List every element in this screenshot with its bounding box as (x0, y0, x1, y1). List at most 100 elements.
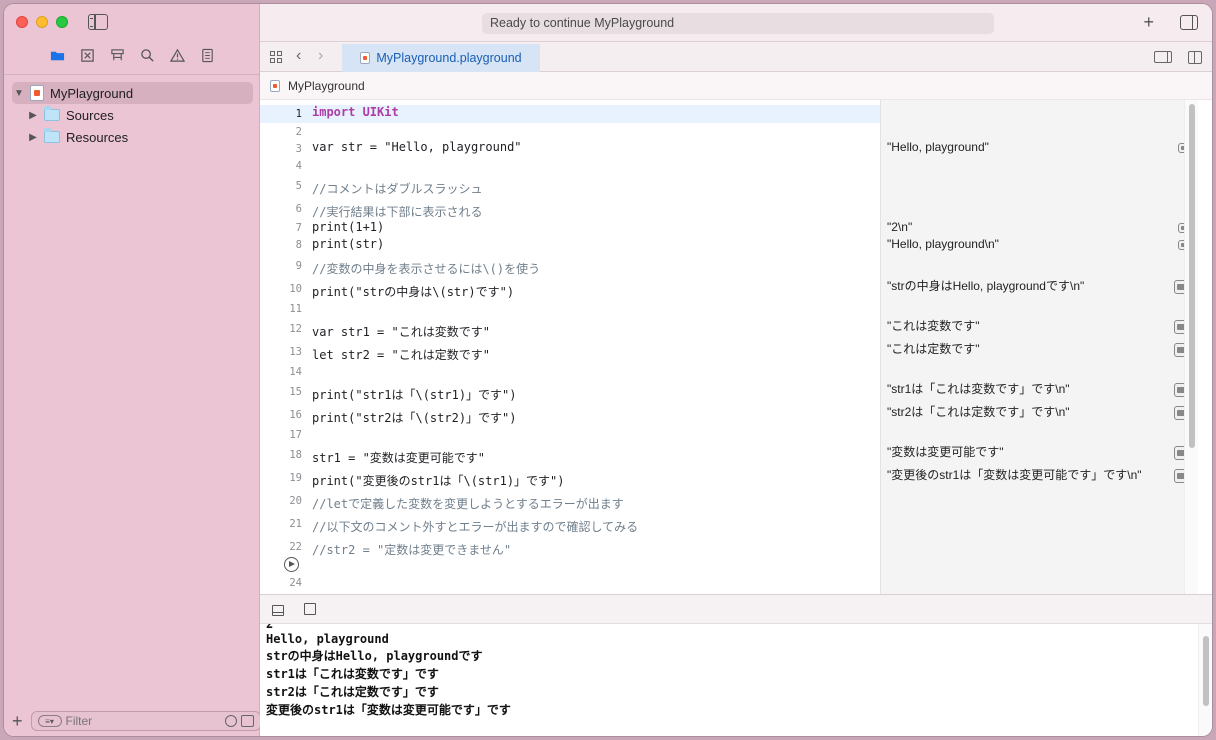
clear-console-icon[interactable] (304, 603, 316, 615)
console-scrollbar[interactable] (1198, 624, 1212, 736)
tab-label: MyPlayground.playground (376, 51, 522, 65)
code-line: print("str2は「\(str2)」です") (312, 411, 517, 425)
result-value: "str2は「これは定数です」です\n" (887, 405, 1070, 419)
debug-bar (260, 594, 1212, 624)
code-line: print("strの中身は\(str)です") (312, 285, 515, 299)
editor-options-icon[interactable] (1154, 51, 1172, 63)
zoom-window-button[interactable] (56, 16, 68, 28)
back-arrow-icon[interactable]: ‹ (296, 47, 301, 65)
line-number: 18 (289, 449, 302, 461)
activity-status: Ready to continue MyPlayground (482, 13, 994, 34)
line-number: 15 (289, 386, 302, 398)
source-control-icon[interactable] (78, 46, 96, 64)
sidebar-toggle-icon[interactable] (88, 14, 108, 30)
folder-icon (44, 128, 60, 143)
playground-icon (360, 52, 371, 64)
toolbar: Ready to continue MyPlayground + (260, 4, 1212, 42)
filter-input[interactable] (65, 714, 221, 728)
line-number: 3 (295, 143, 302, 155)
scroll-thumb[interactable] (1203, 636, 1209, 706)
line-number: 16 (289, 409, 302, 421)
breadcrumb[interactable]: MyPlayground (260, 72, 1212, 100)
split-editor-icon[interactable] (1188, 51, 1202, 64)
line-number: 7 (295, 222, 302, 234)
tree-item-project[interactable]: ▼ MyPlayground (12, 82, 253, 104)
search-icon[interactable] (138, 46, 156, 64)
code-editor[interactable]: 1 2 3 4 5 6 7 8 9 10 11 12 13 14 15 16 1… (260, 100, 880, 594)
scroll-thumb[interactable] (1189, 104, 1195, 448)
folder-navigator-icon[interactable] (48, 46, 66, 64)
console-line: Hello, playground (266, 632, 389, 646)
code-line: let str2 = "これは定数です" (312, 348, 490, 362)
code-line: var str1 = "これは変数です" (312, 325, 490, 339)
sidebar-divider (4, 74, 259, 75)
results-sidebar: "Hello, playground" "2\n" "Hello, playgr… (880, 100, 1198, 594)
recent-files-icon[interactable] (224, 715, 237, 727)
related-items-icon[interactable] (270, 51, 282, 63)
result-value: "str1は「これは変数です」です\n" (887, 382, 1070, 396)
tree-item-label: Sources (66, 107, 114, 123)
chevron-right-icon[interactable]: ▶ (26, 110, 40, 121)
line-number: 8 (295, 239, 302, 251)
line-number: 22 (289, 541, 302, 553)
tab-bar: ‹ › MyPlayground.playground (260, 42, 1212, 72)
add-file-button[interactable]: + (12, 711, 23, 732)
hide-debug-area-icon[interactable] (272, 605, 284, 616)
result-value: "2\n" (887, 220, 913, 234)
code-line: print("str1は「\(str1)」です") (312, 388, 517, 402)
console-line: str2は「これは定数です」です (266, 685, 439, 699)
folder-icon (44, 106, 60, 121)
code-line: //以下文のコメント外すとエラーが出ますので確認してみる (312, 520, 639, 534)
results-scrollbar[interactable] (1184, 100, 1198, 594)
line-number: 9 (295, 260, 302, 272)
filter-icon[interactable]: ≡▾ (37, 715, 62, 727)
line-number: 24 (289, 577, 302, 589)
playground-icon (30, 85, 44, 101)
result-value: "これは定数です" (887, 342, 980, 356)
tree-item-sources[interactable]: ▶ Sources (12, 104, 253, 126)
code-line: print("変更後のstr1は「\(str1)」です") (312, 474, 565, 488)
result-value: "これは変数です" (887, 319, 980, 333)
console-output[interactable]: 2 Hello, playground strの中身はHello, playgr… (260, 624, 1212, 736)
tree-item-label: MyPlayground (50, 85, 134, 101)
chevron-right-icon[interactable]: ▶ (26, 132, 40, 143)
line-number: 20 (289, 495, 302, 507)
code-line: //実行結果は下部に表示される (312, 205, 483, 219)
project-navigator: ▼ MyPlayground ▶ Sources ▶ Resources + ≡… (4, 4, 261, 736)
playground-icon (270, 79, 280, 92)
line-number-gutter: 1 2 3 4 5 6 7 8 9 10 11 12 13 14 15 16 1… (260, 100, 304, 594)
forward-arrow-icon[interactable]: › (318, 47, 323, 65)
report-navigator-icon[interactable] (198, 46, 216, 64)
source-control-filter-icon[interactable] (240, 715, 254, 727)
close-window-button[interactable] (16, 16, 28, 28)
inspector-toggle-icon[interactable] (1180, 15, 1198, 30)
navigator-selector-bar (48, 46, 216, 64)
line-number: 11 (289, 303, 302, 315)
window-controls (16, 16, 68, 28)
result-value: "Hello, playground" (887, 140, 989, 154)
console-line: 変更後のstr1は「変数は変更可能です」です (266, 703, 511, 717)
file-tree: ▼ MyPlayground ▶ Sources ▶ Resources (12, 82, 253, 148)
run-playground-icon[interactable] (284, 557, 299, 572)
chevron-down-icon[interactable]: ▼ (12, 88, 26, 99)
line-number: 17 (289, 429, 302, 441)
result-value: "Hello, playground\n" (887, 237, 999, 251)
minimize-window-button[interactable] (36, 16, 48, 28)
code-line: //変数の中身を表示させるには\()を使う (312, 262, 541, 276)
code-line: //str2 = "定数は変更できません" (312, 543, 512, 557)
filter-field[interactable]: ≡▾ (30, 711, 261, 731)
tab-playground[interactable]: MyPlayground.playground (342, 44, 540, 72)
code-line: str1 = "変数は変更可能です" (312, 451, 486, 465)
line-number: 13 (289, 346, 302, 358)
warning-icon[interactable] (168, 46, 186, 64)
breadcrumb-label: MyPlayground (288, 78, 365, 93)
console-line: str1は「これは変数です」です (266, 667, 439, 681)
symbol-navigator-icon[interactable] (108, 46, 126, 64)
line-number: 4 (295, 160, 302, 172)
tree-item-resources[interactable]: ▶ Resources (12, 126, 253, 148)
result-value: "変数は変更可能です" (887, 445, 1004, 459)
code-line: import UIKit (312, 105, 399, 119)
line-number: 19 (289, 472, 302, 484)
library-plus-button[interactable]: + (1143, 12, 1154, 33)
line-number: 6 (295, 203, 302, 215)
